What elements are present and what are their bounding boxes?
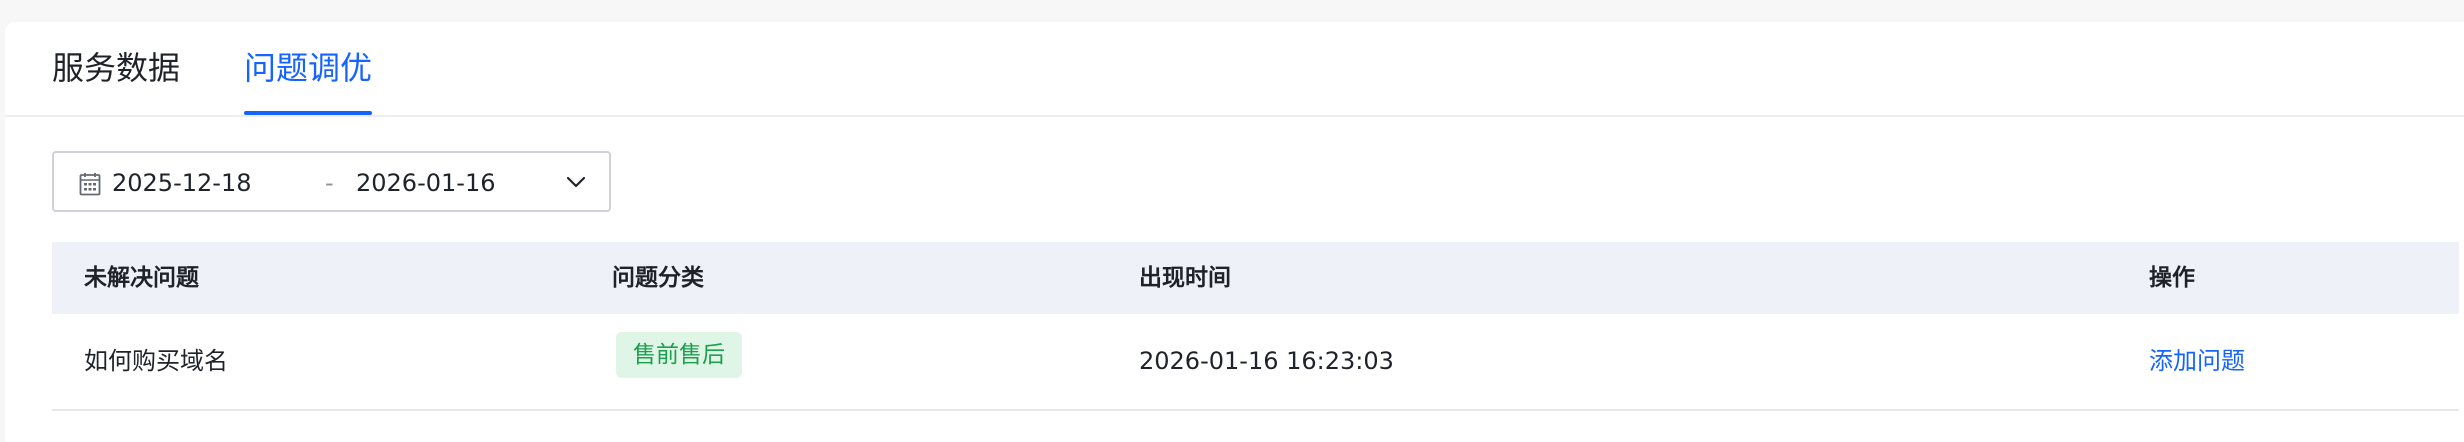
date-separator: - [325, 169, 334, 197]
tab-question-tuning[interactable]: 问题调优 [244, 46, 372, 90]
tab-bar: 服务数据 问题调优 [5, 22, 2464, 117]
column-header-time: 出现时间 [1139, 265, 1231, 291]
add-question-link[interactable]: 添加问题 [2149, 345, 2245, 377]
column-header-action: 操作 [2149, 265, 2195, 291]
start-date[interactable]: 2025-12-18 [112, 167, 251, 199]
date-range-picker[interactable]: 2025-12-18 - 2026-01-16 [52, 151, 611, 212]
column-header-question: 未解决问题 [84, 265, 199, 291]
end-date[interactable]: 2026-01-16 [356, 167, 495, 199]
question-cell: 如何购买域名 [84, 347, 228, 375]
content-card: 服务数据 问题调优 2025-12-18 - 2026-01-16 未解决问题 … [5, 22, 2464, 442]
calendar-icon [79, 173, 101, 196]
table-header: 未解决问题 问题分类 出现时间 操作 [52, 242, 2459, 314]
chevron-down-icon[interactable] [566, 175, 586, 189]
tab-service-data[interactable]: 服务数据 [52, 46, 180, 90]
active-tab-indicator [244, 111, 372, 115]
column-header-category: 问题分类 [612, 265, 704, 291]
time-cell: 2026-01-16 16:23:03 [1139, 347, 1394, 375]
table-row: 如何购买域名 售前售后 2026-01-16 16:23:03 添加问题 [52, 314, 2459, 411]
category-tag: 售前售后 [616, 332, 742, 378]
unresolved-questions-table: 未解决问题 问题分类 出现时间 操作 如何购买域名 售前售后 2026-01-1… [52, 242, 2459, 411]
